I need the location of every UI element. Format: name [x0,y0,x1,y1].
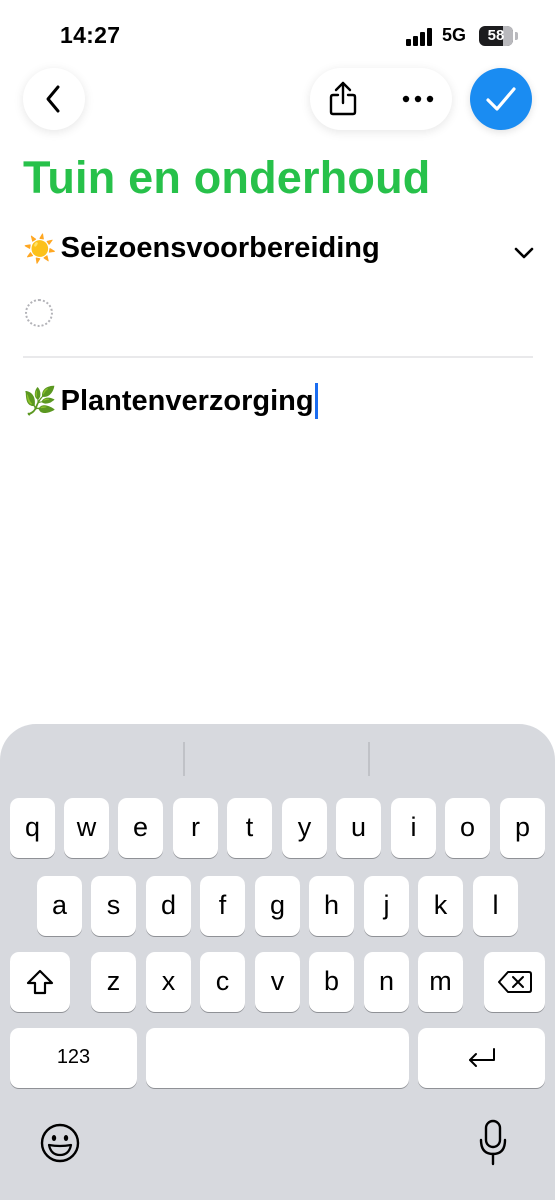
checklist-checkbox[interactable] [25,299,53,327]
return-key[interactable] [418,1028,545,1088]
section-heading-seizoensvoorbereiding[interactable]: ☀️ Seizoensvoorbereiding [23,232,380,265]
section-heading-plantenverzorging[interactable]: 🌿 Plantenverzorging [23,383,318,419]
key-p[interactable]: p [500,798,545,858]
battery-nub [515,32,518,40]
share-icon [329,81,357,116]
key-j[interactable]: j [364,876,409,936]
network-type: 5G [442,25,467,45]
numbers-key[interactable]: 123 [10,1028,137,1088]
key-n[interactable]: n [364,952,409,1012]
done-button[interactable] [470,68,532,130]
note-title[interactable]: Tuin en onderhoud [23,152,431,204]
status-time: 14:27 [60,22,121,48]
sun-emoji-icon: ☀️ [23,233,57,264]
checkmark-icon [486,87,516,111]
shift-key[interactable] [10,952,70,1012]
key-f[interactable]: f [200,876,245,936]
herb-emoji-icon: 🌿 [23,386,57,416]
key-d[interactable]: d [146,876,191,936]
delete-key[interactable] [484,952,545,1012]
key-e[interactable]: e [118,798,163,858]
text-cursor [314,383,318,419]
key-b[interactable]: b [309,952,354,1012]
note-actions-pill [310,68,452,130]
key-r[interactable]: r [173,798,218,858]
status-bar: 14:27 5G 58 [0,0,555,70]
section-heading-text: Plantenverzorging [60,384,314,417]
key-l[interactable]: l [473,876,518,936]
key-i[interactable]: i [391,798,436,858]
battery-icon: 58 [479,26,513,46]
key-a[interactable]: a [37,876,82,936]
key-k[interactable]: k [418,876,463,936]
microphone-icon[interactable] [478,1118,508,1168]
return-icon [468,1048,495,1067]
back-button[interactable] [23,68,85,130]
cellular-signal-icon [406,28,434,46]
divider [23,356,533,358]
space-key[interactable] [146,1028,409,1088]
section-heading-text: Seizoensvoorbereiding [60,232,380,264]
more-button[interactable] [396,80,440,118]
key-h[interactable]: h [309,876,354,936]
key-s[interactable]: s [91,876,136,936]
key-m[interactable]: m [418,952,463,1012]
key-y[interactable]: y [282,798,327,858]
backspace-icon [497,971,532,993]
chevron-down-icon[interactable] [513,245,535,261]
keyboard: q w e r t y u i o p a s d f g h j k l z … [0,724,555,1200]
key-t[interactable]: t [227,798,272,858]
key-x[interactable]: x [146,952,191,1012]
battery-level: 58 [487,27,505,44]
shift-icon [26,969,54,995]
prediction-separator [368,742,370,776]
key-q[interactable]: q [10,798,55,858]
share-button[interactable] [324,80,362,118]
prediction-separator [183,742,185,776]
key-o[interactable]: o [445,798,490,858]
key-c[interactable]: c [200,952,245,1012]
emoji-keyboard-icon[interactable] [38,1121,82,1165]
key-u[interactable]: u [336,798,381,858]
key-w[interactable]: w [64,798,109,858]
chevron-left-icon [46,85,60,113]
ellipsis-icon [402,95,434,103]
key-z[interactable]: z [91,952,136,1012]
key-g[interactable]: g [255,876,300,936]
key-v[interactable]: v [255,952,300,1012]
